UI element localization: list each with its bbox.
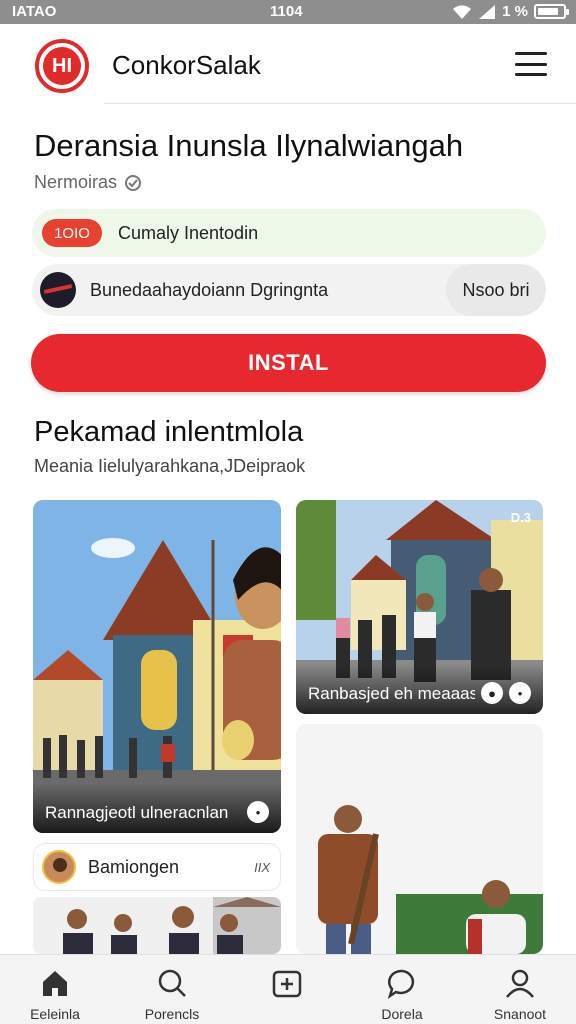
chat-bubble-icon <box>387 969 415 999</box>
install-button[interactable]: INSTAL <box>31 334 546 392</box>
nav-label-home: Eeleinla <box>30 1006 80 1022</box>
gallery-card-3[interactable] <box>296 724 543 954</box>
nav-label-profile: Snanoot <box>493 1006 547 1022</box>
promo-row[interactable]: 1OIO Cumaly Inentodin <box>32 209 546 257</box>
add-square-icon <box>272 970 302 998</box>
logo-text: HI <box>43 47 81 85</box>
signal-icon <box>479 4 496 19</box>
author-meta: IIX <box>254 859 270 875</box>
home-icon <box>43 971 67 996</box>
search-icon <box>158 969 186 997</box>
card-2-caption: Ranbasjed eh meaaasan ● • <box>296 664 543 714</box>
page-title: Deransia Inunsla Ilynalwiangah <box>34 128 464 163</box>
card-2-caption-text: Ranbasjed eh meaaasan <box>308 684 475 703</box>
card-2-tag: D.3 <box>510 510 531 525</box>
nav-item-search[interactable]: Porencls <box>122 965 222 1022</box>
promo-text: Cumaly Inentodin <box>118 222 259 243</box>
promo-badge: 1OIO <box>42 219 102 247</box>
author-card[interactable]: Bamiongen IIX <box>33 843 281 891</box>
app-name: ConkorSalak <box>112 50 261 80</box>
header-divider <box>104 103 576 104</box>
nav-label-search: Porencls <box>144 1006 200 1022</box>
verified-icon <box>125 174 142 191</box>
developer-avatar <box>40 272 76 308</box>
status-icons: 1 % <box>452 3 569 20</box>
gallery-card-2[interactable]: D.3 Ranbasjed eh meaaasan ● • <box>296 500 543 714</box>
card-4-photo <box>33 897 281 954</box>
section-subtitle: Meania Iielulyarahkana,JDeipraok <box>34 456 306 476</box>
nav-item-home[interactable]: Eeleinla <box>5 965 105 1022</box>
developer-name: Bunedaahaydoiann Dgringnta <box>90 279 329 300</box>
gallery-card-1[interactable]: Rannagjeotl ulneracnlan • <box>33 500 281 833</box>
author-name: Bamiongen <box>88 856 180 877</box>
app-header: HI ConkorSalak <box>0 24 576 104</box>
card-1-pin-icon[interactable]: • <box>247 801 269 823</box>
author-avatar <box>42 850 76 884</box>
wifi-icon <box>453 4 472 19</box>
nav-item-profile[interactable]: Snanoot <box>470 965 570 1022</box>
hamburger-menu-icon[interactable] <box>515 52 547 76</box>
page-subtitle: Nermoiras <box>34 172 143 193</box>
battery-icon <box>534 4 569 19</box>
card-1-caption: Rannagjeotl ulneracnlan • <box>33 783 281 833</box>
bottom-nav: Eeleinla Porencls Dorela Snanoot <box>0 954 576 1024</box>
card-2-pin-icon[interactable]: • <box>509 682 531 704</box>
section-title: Pekamad inlentmlola <box>34 416 304 448</box>
developer-row[interactable]: Bunedaahaydoiann Dgringnta Nsoo bri <box>32 264 546 316</box>
status-bar: IATAO 1104 1 % <box>0 0 576 24</box>
card-3-photo <box>296 724 543 954</box>
card-2-dot-icon[interactable]: ● <box>481 682 503 704</box>
gallery-card-4[interactable] <box>33 897 281 954</box>
nav-item-add[interactable] <box>237 965 337 1006</box>
nav-item-chat[interactable]: Dorela <box>352 965 452 1022</box>
nav-label-chat: Dorela <box>381 1006 423 1022</box>
subtitle-text: Nermoiras <box>34 172 118 192</box>
carrier-label: IATAO <box>12 3 57 20</box>
developer-side-button[interactable]: Nsoo bri <box>446 264 546 316</box>
emblem-logo-icon[interactable]: HI <box>35 39 89 93</box>
battery-percent: 1 % <box>502 3 528 20</box>
profile-icon <box>506 969 534 998</box>
card-1-caption-text: Rannagjeotl ulneracnlan <box>45 803 229 822</box>
status-time: 1104 <box>270 3 303 20</box>
